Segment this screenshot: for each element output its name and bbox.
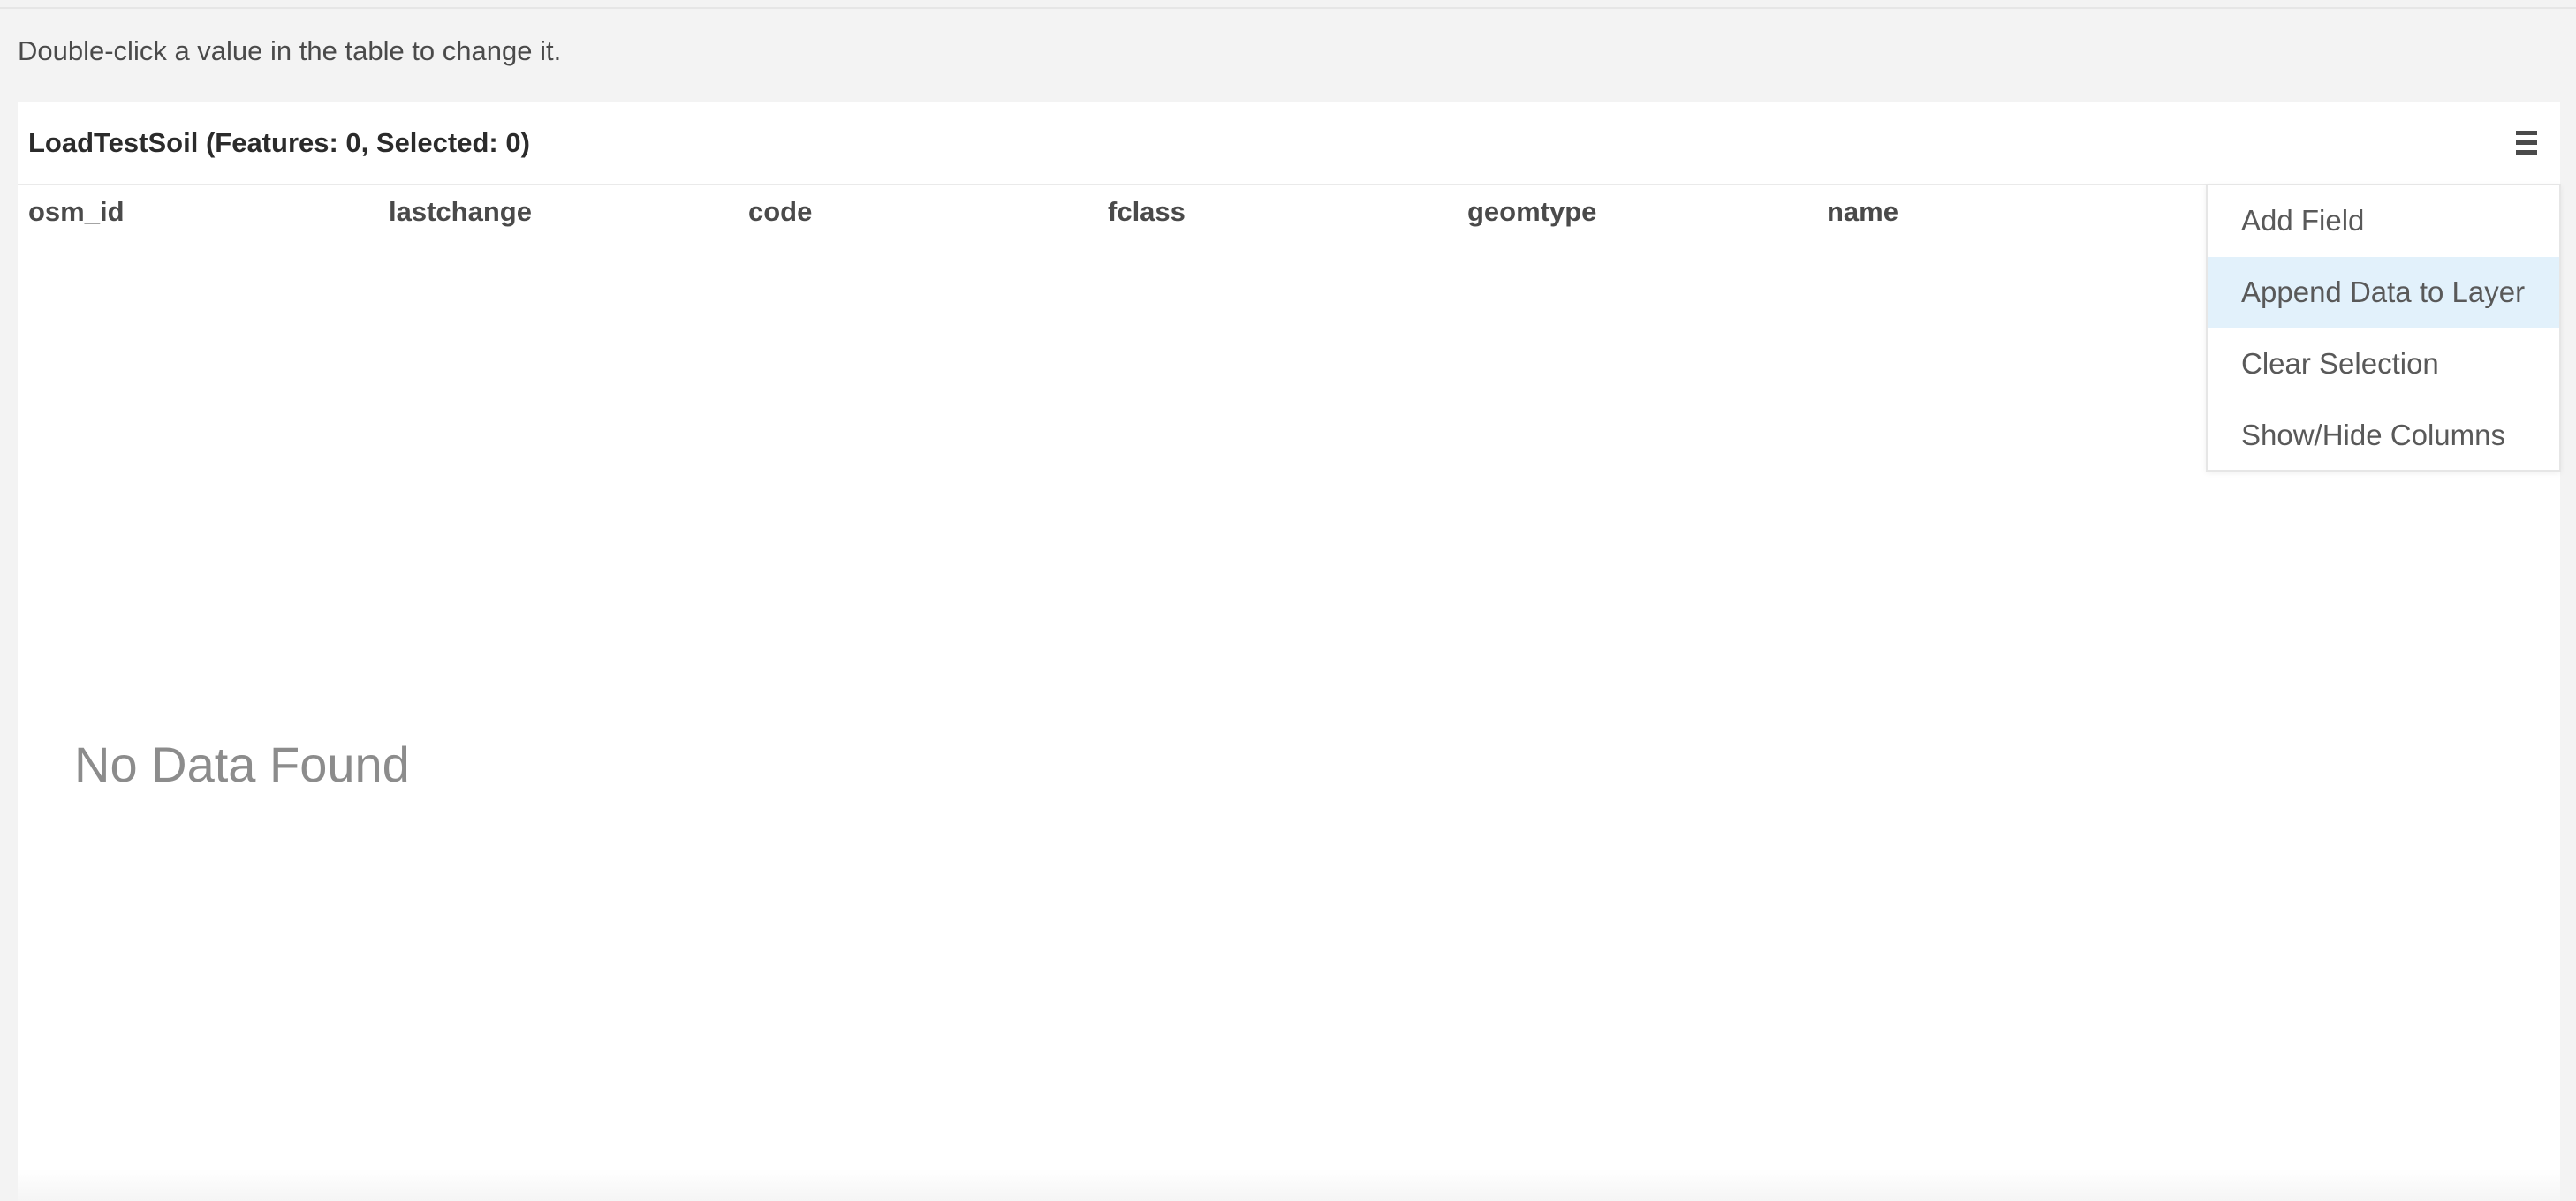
column-header-osm-id[interactable]: osm_id (28, 196, 125, 228)
hamburger-menu-icon (2516, 131, 2537, 155)
menu-item-append-data-to-layer[interactable]: Append Data to Layer (2208, 257, 2559, 328)
menu-item-clear-selection[interactable]: Clear Selection (2208, 329, 2559, 399)
column-header-code[interactable]: code (748, 196, 812, 228)
instruction-text: Double-click a value in the table to cha… (18, 35, 562, 66)
hamburger-menu-button[interactable] (2509, 125, 2544, 161)
column-header-name[interactable]: name (1827, 196, 1898, 228)
menu-item-add-field[interactable]: Add Field (2208, 185, 2559, 256)
top-divider (0, 0, 2576, 9)
panel-header: LoadTestSoil (Features: 0, Selected: 0) (18, 102, 2560, 185)
column-header-fclass[interactable]: fclass (1108, 196, 1186, 228)
panel-title: LoadTestSoil (Features: 0, Selected: 0) (28, 127, 530, 158)
table-options-menu: Add Field Append Data to Layer Clear Sel… (2206, 184, 2561, 472)
panel-bottom-edge (18, 1169, 2560, 1201)
menu-item-show-hide-columns[interactable]: Show/Hide Columns (2208, 400, 2559, 471)
column-header-lastchange[interactable]: lastchange (389, 196, 532, 228)
column-header-geomtype[interactable]: geomtype (1467, 196, 1596, 228)
no-data-message: No Data Found (74, 736, 410, 792)
attribute-table-panel: LoadTestSoil (Features: 0, Selected: 0) … (18, 102, 2560, 1201)
